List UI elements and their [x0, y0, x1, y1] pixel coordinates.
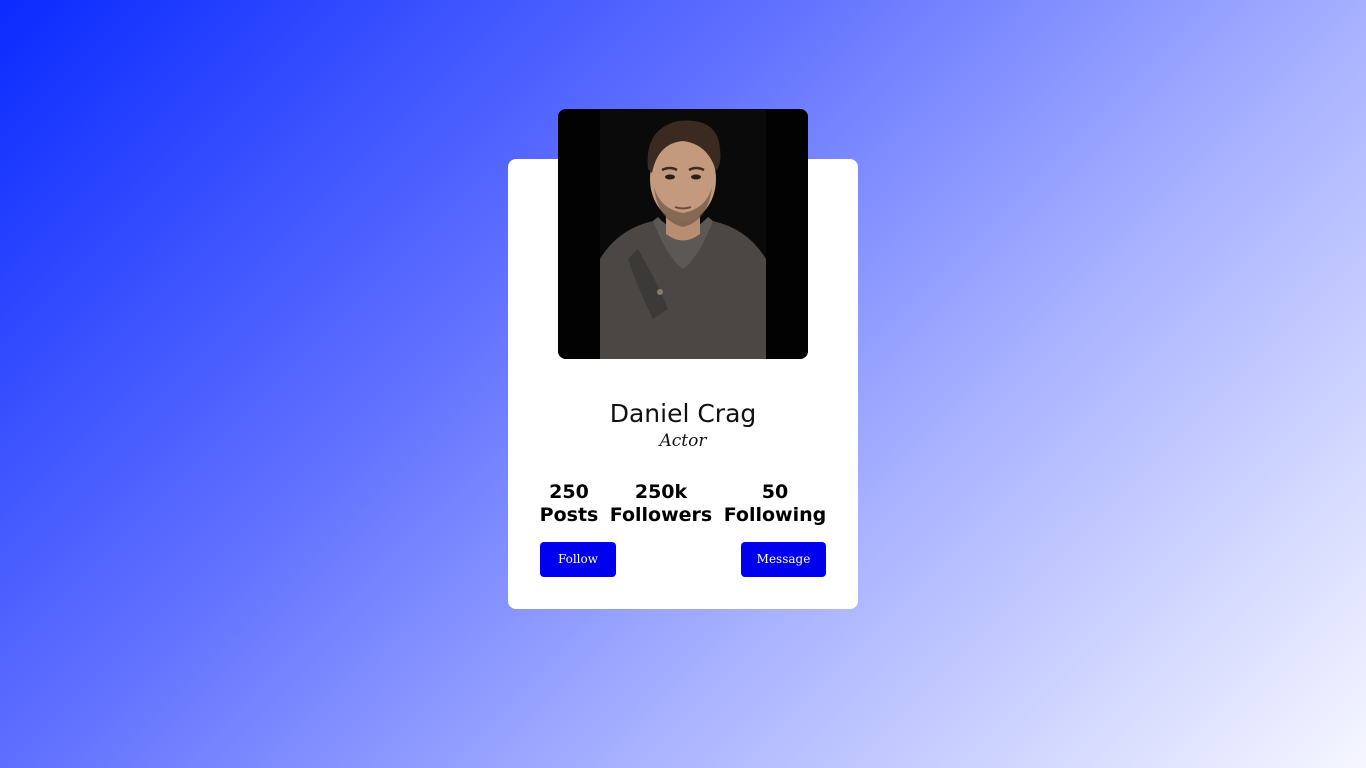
follow-button[interactable]: Follow: [540, 542, 616, 577]
stat-following: 50 Following: [720, 481, 830, 527]
stat-followers-value: 250k: [634, 481, 688, 503]
stat-posts: 250 Posts: [534, 481, 604, 527]
profile-role: Actor: [659, 431, 707, 451]
stat-following-value: 50: [761, 481, 789, 503]
stat-followers-label: Followers: [609, 504, 713, 526]
profile-name: Daniel Crag: [609, 399, 757, 428]
stat-posts-value: 250: [549, 481, 589, 503]
profile-photo: [558, 109, 808, 359]
message-button[interactable]: Message: [741, 542, 826, 577]
stat-following-label: Following: [723, 504, 827, 526]
page-background: { "profile": { "name": "Daniel Crag", "r…: [0, 0, 1366, 768]
stat-followers: 250k Followers: [606, 481, 716, 527]
stat-posts-label: Posts: [539, 504, 599, 526]
